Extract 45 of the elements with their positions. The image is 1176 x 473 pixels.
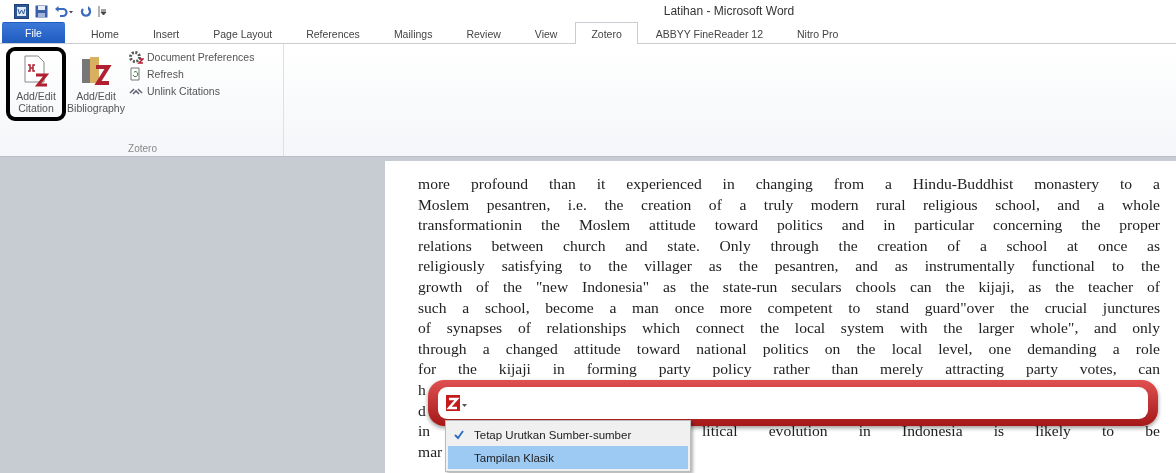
word-logo-icon[interactable] xyxy=(14,3,29,19)
save-icon[interactable] xyxy=(35,4,48,18)
ribbon-tab[interactable]: Mailings xyxy=(377,23,449,43)
text-line: such a school, become a man once more competent to stand guard"over the crucial junctures xyxy=(418,297,1160,318)
customize-toolbar-icon[interactable] xyxy=(98,4,107,18)
undo-icon[interactable] xyxy=(54,4,74,18)
text-line: Moslem pesantren, i.e. the creation of a truly modern rural religious school, and a whole xyxy=(418,194,1160,215)
ribbon-button[interactable]: Add/Edit Bibliography xyxy=(66,47,126,121)
text-line: for the kijaji in forming party policy rather than merely attracting party votes, can xyxy=(418,359,1160,380)
ribbon-tab[interactable]: ABBYY FineReader 12 xyxy=(639,23,779,43)
window-title: Latihan - Microsoft Word xyxy=(663,4,795,18)
ribbon-button[interactable]: Refresh xyxy=(128,67,255,81)
text-line: more profound than it experienced in changing from a Hindu-Buddhist monastery to a xyxy=(418,174,1160,194)
menu-item[interactable]: Tetap Urutkan Sumber-sumber xyxy=(448,423,688,446)
ribbon-tab[interactable]: Zotero xyxy=(575,22,638,44)
text-line: of synapses of relationships which connect the local system with the larger whole", and only xyxy=(418,318,1160,339)
text-fragment: h xyxy=(418,379,426,400)
ribbon-tab[interactable]: Home xyxy=(74,23,135,43)
redo-icon[interactable] xyxy=(80,4,92,18)
ribbon-tab[interactable]: View xyxy=(518,23,574,43)
text-line: transformationin the Moslem attitude toward politics and in particular concerning the proper xyxy=(418,215,1160,236)
text-fragment: d xyxy=(418,400,426,421)
ribbon-button[interactable]: Document Preferences xyxy=(128,50,255,64)
text-fragment: in xyxy=(418,421,431,442)
ribbon-button[interactable]: Unlink Citations xyxy=(128,84,255,98)
text-line: religiously satisfying to the villager as the pesantren, and as instrumentally functional to the xyxy=(418,256,1160,277)
books-z-icon xyxy=(80,55,112,87)
zotero-menu-icon[interactable] xyxy=(446,394,468,412)
gear-icon xyxy=(128,50,144,64)
text-fragment: mar xyxy=(418,441,443,462)
text-line: relations between church and state. Only through the creation of a school at once as xyxy=(418,235,1160,256)
text-line: growth of the "new Indonesia" as the state-run seculars chools can the kijaji, as the teacher of xyxy=(418,276,1160,297)
ribbon-tab[interactable]: Review xyxy=(450,23,517,43)
file-tab[interactable]: File xyxy=(2,22,65,43)
ribbon-tab[interactable]: Nitro Pro xyxy=(781,23,855,43)
menu-item[interactable]: Tampilan Klasik xyxy=(448,446,688,469)
document-z-icon xyxy=(23,55,49,87)
text-line: through a changed attitude toward national politics on the local level, one demanding a role xyxy=(418,338,1160,359)
ribbon-tab[interactable]: Insert xyxy=(136,23,196,43)
ribbon-tab[interactable]: Page Layout xyxy=(197,23,289,43)
ribbon-tab[interactable]: References xyxy=(290,23,376,43)
text-fragment: litical evolution in Indonesia is likely to be xyxy=(702,421,1160,442)
ribbon-button[interactable]: Add/Edit Citation xyxy=(6,47,66,121)
group-label: Zotero xyxy=(128,143,157,154)
citation-search-field[interactable] xyxy=(438,387,1148,419)
